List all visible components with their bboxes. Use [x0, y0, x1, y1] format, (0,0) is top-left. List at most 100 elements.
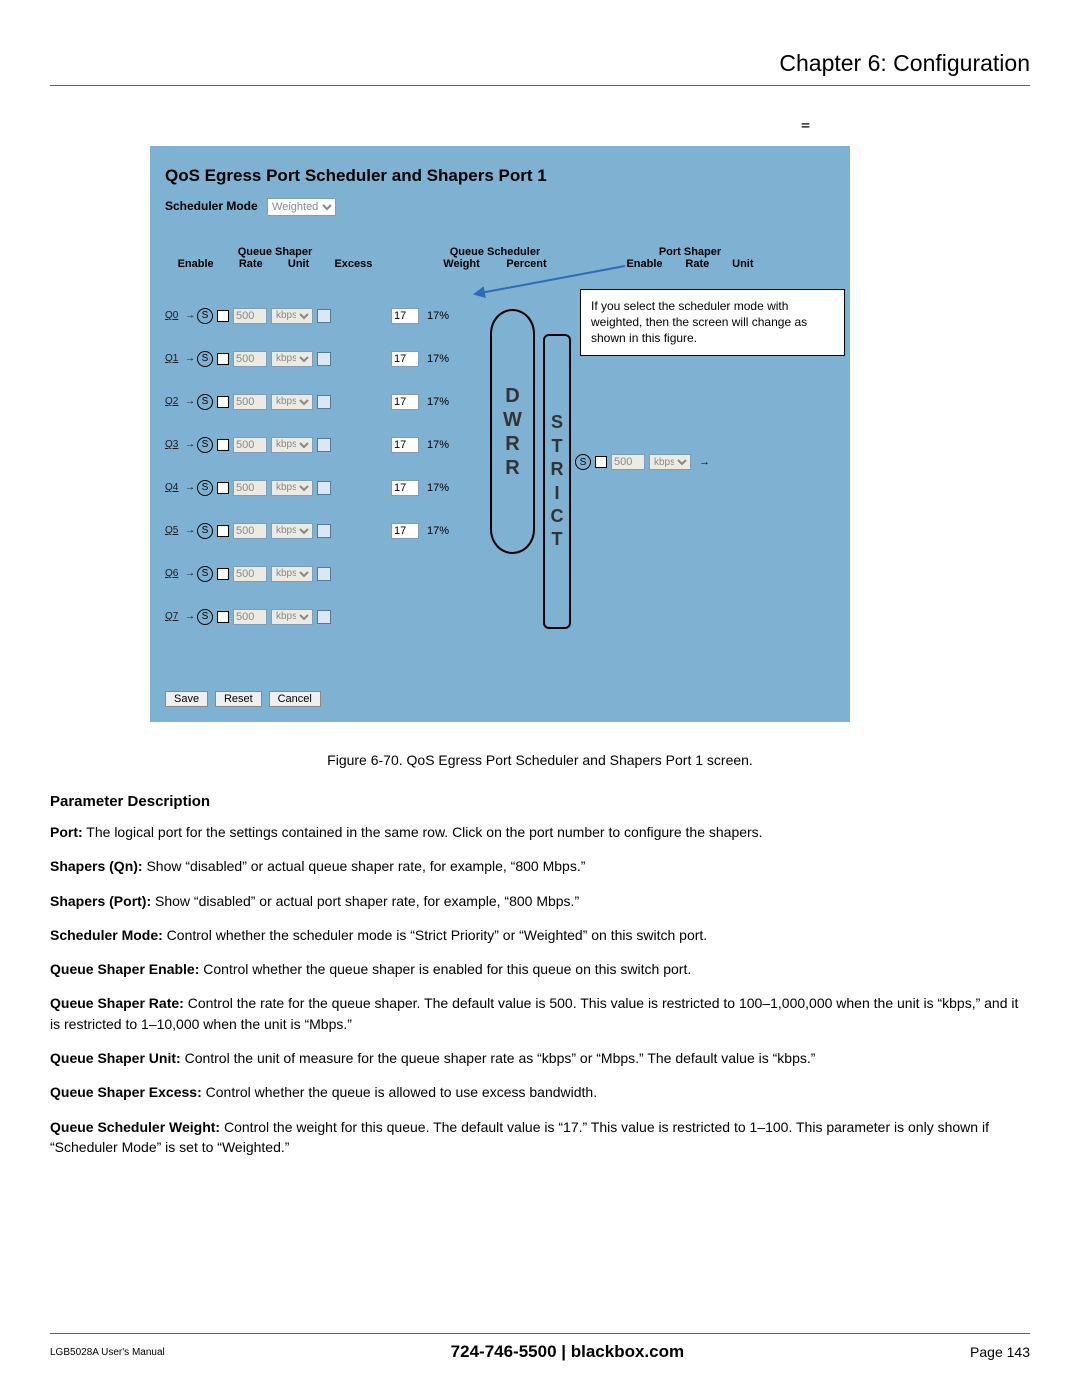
excess-checkbox[interactable] — [317, 567, 331, 581]
parameter-heading: Parameter Description — [50, 793, 1030, 810]
param-text: The logical port for the settings contai… — [83, 824, 763, 840]
queue-label: Q6 — [165, 568, 183, 579]
strict-letter: C — [551, 505, 564, 528]
excess-checkbox[interactable] — [317, 481, 331, 495]
shaper-icon: S — [197, 351, 213, 367]
param-item: Queue Shaper Unit: Control the unit of m… — [50, 1048, 1030, 1068]
param-text: Control the unit of measure for the queu… — [181, 1050, 816, 1066]
weight-input[interactable] — [391, 308, 419, 324]
excess-checkbox[interactable] — [317, 395, 331, 409]
qos-panel: QoS Egress Port Scheduler and Shapers Po… — [150, 146, 850, 722]
enable-checkbox[interactable] — [217, 353, 229, 365]
unit-select[interactable]: kbps — [271, 394, 313, 410]
enable-checkbox[interactable] — [217, 611, 229, 623]
column-headers: Queue Shaper Enable Rate Unit Excess Que… — [165, 246, 835, 270]
weight-input[interactable] — [391, 351, 419, 367]
excess-checkbox[interactable] — [317, 309, 331, 323]
hdr-excess: Excess — [334, 258, 372, 270]
unit-select[interactable]: kbps — [271, 609, 313, 625]
port-unit-select[interactable]: kbps — [649, 454, 691, 470]
unit-select[interactable]: kbps — [271, 566, 313, 582]
queue-label: Q7 — [165, 611, 183, 622]
arrow-out-icon: → — [699, 456, 710, 468]
rate-input[interactable] — [233, 609, 267, 625]
enable-checkbox[interactable] — [217, 525, 229, 537]
queue-label: Q3 — [165, 439, 183, 450]
hdr-port-enable: Enable — [626, 258, 662, 270]
percent-value: 17% — [425, 523, 455, 539]
chapter-title: Chapter 6: Configuration — [50, 50, 1030, 77]
enable-checkbox[interactable] — [217, 482, 229, 494]
unit-select[interactable]: kbps — [271, 308, 313, 324]
dwrr-letter: R — [505, 456, 519, 480]
param-text: Show “disabled” or actual port shaper ra… — [151, 893, 579, 909]
shaper-icon: S — [197, 308, 213, 324]
arrow-in-icon: → — [183, 482, 197, 493]
shaper-icon: S — [575, 454, 591, 470]
rate-input[interactable] — [233, 437, 267, 453]
rate-input[interactable] — [233, 566, 267, 582]
param-item: Port: The logical port for the settings … — [50, 822, 1030, 842]
weight-input[interactable] — [391, 523, 419, 539]
dwrr-letter: W — [503, 408, 522, 432]
rate-input[interactable] — [233, 523, 267, 539]
weight-input[interactable] — [391, 437, 419, 453]
unit-select[interactable]: kbps — [271, 437, 313, 453]
dwrr-letter: D — [505, 384, 519, 408]
arrow-in-icon: → — [183, 525, 197, 536]
port-enable-checkbox[interactable] — [595, 456, 607, 468]
strict-letter: T — [552, 435, 563, 458]
percent-value: 17% — [425, 351, 455, 367]
dwrr-oval: DWRR — [490, 309, 535, 554]
rate-input[interactable] — [233, 480, 267, 496]
excess-checkbox[interactable] — [317, 352, 331, 366]
scheduler-mode-select[interactable]: Weighted — [267, 198, 336, 216]
shaper-icon: S — [197, 394, 213, 410]
unit-select[interactable]: kbps — [271, 523, 313, 539]
rate-input[interactable] — [233, 394, 267, 410]
param-text: Show “disabled” or actual queue shaper r… — [143, 858, 586, 874]
rate-input[interactable] — [233, 351, 267, 367]
excess-checkbox[interactable] — [317, 524, 331, 538]
hdr-port-rate: Rate — [685, 258, 709, 270]
queue-label: Q1 — [165, 353, 183, 364]
param-label: Scheduler Mode: — [50, 927, 163, 943]
unit-select[interactable]: kbps — [271, 351, 313, 367]
excess-checkbox[interactable] — [317, 610, 331, 624]
param-item: Shapers (Qn): Show “disabled” or actual … — [50, 856, 1030, 876]
shaper-icon: S — [197, 609, 213, 625]
unit-select[interactable]: kbps — [271, 480, 313, 496]
footer-left: LGB5028A User's Manual — [50, 1347, 165, 1358]
enable-checkbox[interactable] — [217, 310, 229, 322]
enable-checkbox[interactable] — [217, 396, 229, 408]
save-button[interactable]: Save — [165, 691, 208, 707]
reset-button[interactable]: Reset — [215, 691, 262, 707]
percent-value: 17% — [425, 437, 455, 453]
param-item: Queue Shaper Enable: Control whether the… — [50, 959, 1030, 979]
hdr-port-shaper: Port Shaper — [615, 246, 765, 258]
strict-letter: S — [551, 411, 563, 434]
cancel-button[interactable]: Cancel — [269, 691, 321, 707]
queue-row: Q7 → S kbps — [165, 595, 835, 638]
enable-checkbox[interactable] — [217, 568, 229, 580]
shaper-icon: S — [197, 566, 213, 582]
weight-input[interactable] — [391, 480, 419, 496]
strict-letter: I — [554, 482, 559, 505]
scheduler-mode-label: Scheduler Mode — [165, 199, 258, 213]
queue-label: Q0 — [165, 310, 183, 321]
hdr-unit: Unit — [288, 258, 309, 270]
enable-checkbox[interactable] — [217, 439, 229, 451]
figure-caption: Figure 6-70. QoS Egress Port Scheduler a… — [50, 752, 1030, 768]
param-item: Queue Scheduler Weight: Control the weig… — [50, 1117, 1030, 1158]
port-rate-input[interactable] — [611, 454, 645, 470]
rate-input[interactable] — [233, 308, 267, 324]
param-label: Shapers (Qn): — [50, 858, 143, 874]
queue-row: Q6 → S kbps — [165, 552, 835, 595]
param-item: Queue Shaper Excess: Control whether the… — [50, 1082, 1030, 1102]
shaper-icon: S — [197, 437, 213, 453]
param-item: Scheduler Mode: Control whether the sche… — [50, 925, 1030, 945]
percent-value: 17% — [425, 394, 455, 410]
weight-input[interactable] — [391, 394, 419, 410]
arrow-in-icon: → — [183, 396, 197, 407]
excess-checkbox[interactable] — [317, 438, 331, 452]
